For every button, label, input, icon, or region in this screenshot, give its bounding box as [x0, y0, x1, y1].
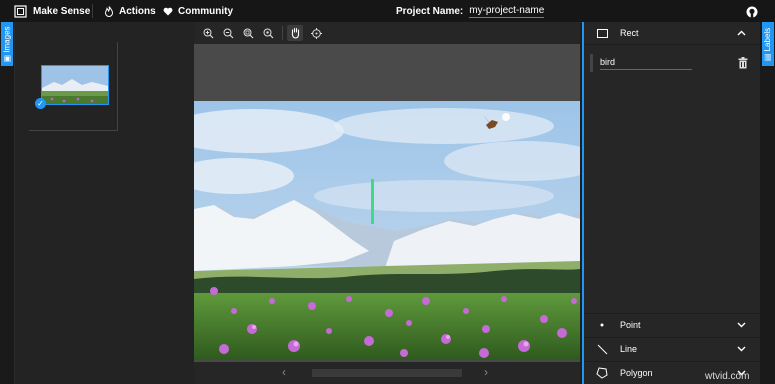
- polygon-icon: [596, 367, 608, 379]
- chevron-down-icon[interactable]: [736, 344, 746, 354]
- label-color-bar: [590, 54, 593, 72]
- landscape-image: [194, 101, 580, 360]
- community-button[interactable]: Community: [163, 0, 233, 22]
- zoom-max-icon[interactable]: [260, 25, 276, 41]
- polygon-title: Polygon: [620, 368, 653, 378]
- crosshair-icon[interactable]: [308, 25, 324, 41]
- image-thumbnail-card[interactable]: ✓: [29, 42, 118, 131]
- labels-panel: Rect bird Point Line Polygon: [582, 22, 762, 384]
- divider: [92, 4, 93, 18]
- editor-area: ‹ ›: [194, 22, 580, 384]
- zoom-fit-icon[interactable]: [240, 25, 256, 41]
- label-icon: ▤: [763, 53, 773, 61]
- pan-hand-icon[interactable]: [287, 25, 303, 41]
- zoom-out-icon[interactable]: [220, 25, 236, 41]
- rectangle-icon: [596, 27, 608, 39]
- zoom-in-icon[interactable]: [200, 25, 216, 41]
- top-bar: Make Sense Actions Community Project Nam…: [0, 0, 775, 23]
- toolbar-divider: [282, 26, 283, 40]
- brand[interactable]: Make Sense: [14, 0, 90, 22]
- label-input[interactable]: bird: [600, 55, 692, 70]
- heart-icon: [163, 7, 173, 15]
- label-row: bird: [590, 52, 756, 74]
- point-title: Point: [620, 320, 641, 330]
- line-accordion[interactable]: Line: [584, 337, 762, 360]
- image-name-blurred: [312, 369, 462, 377]
- images-tab-label: Images: [2, 25, 12, 53]
- actions-button[interactable]: Actions: [104, 0, 156, 22]
- logo-icon: [14, 4, 27, 18]
- thumbnail-landscape: [42, 66, 108, 104]
- watermark: wtvid.com: [705, 371, 750, 382]
- images-tab[interactable]: ▣ Images: [1, 22, 13, 66]
- check-icon: ✓: [35, 98, 46, 109]
- images-panel: ✓: [15, 22, 194, 384]
- actions-label: Actions: [119, 5, 156, 17]
- image-icon: ▣: [2, 54, 12, 63]
- point-accordion[interactable]: Point: [584, 313, 762, 336]
- point-icon: [596, 319, 608, 331]
- right-tab-strip: ▤ Labels: [760, 22, 775, 384]
- brand-label: Make Sense: [33, 5, 91, 17]
- community-label: Community: [178, 5, 233, 17]
- labels-tab[interactable]: ▤ Labels: [762, 22, 774, 66]
- rect-title: Rect: [620, 28, 639, 38]
- image-navigation-bar: [194, 362, 580, 384]
- prev-image-arrow-icon[interactable]: ‹: [282, 365, 286, 379]
- rect-accordion[interactable]: Rect: [584, 22, 762, 45]
- project-name: Project Name: my-project-name: [396, 0, 545, 22]
- line-icon: [596, 343, 608, 355]
- project-name-input[interactable]: my-project-name: [469, 5, 545, 18]
- chevron-down-icon[interactable]: [736, 320, 746, 330]
- labels-tab-label: Labels: [763, 27, 773, 51]
- chevron-up-icon[interactable]: [736, 28, 746, 38]
- line-title: Line: [620, 344, 638, 354]
- flame-icon: [104, 5, 114, 17]
- editor-toolbar: [194, 22, 580, 44]
- next-image-arrow-icon[interactable]: ›: [484, 365, 488, 379]
- project-name-label: Project Name:: [396, 5, 464, 17]
- left-tab-strip: ▣ Images: [0, 22, 15, 384]
- image-thumbnail[interactable]: [41, 65, 109, 105]
- github-icon[interactable]: [746, 5, 758, 18]
- annotated-image[interactable]: [194, 101, 580, 360]
- trash-icon[interactable]: [738, 56, 748, 69]
